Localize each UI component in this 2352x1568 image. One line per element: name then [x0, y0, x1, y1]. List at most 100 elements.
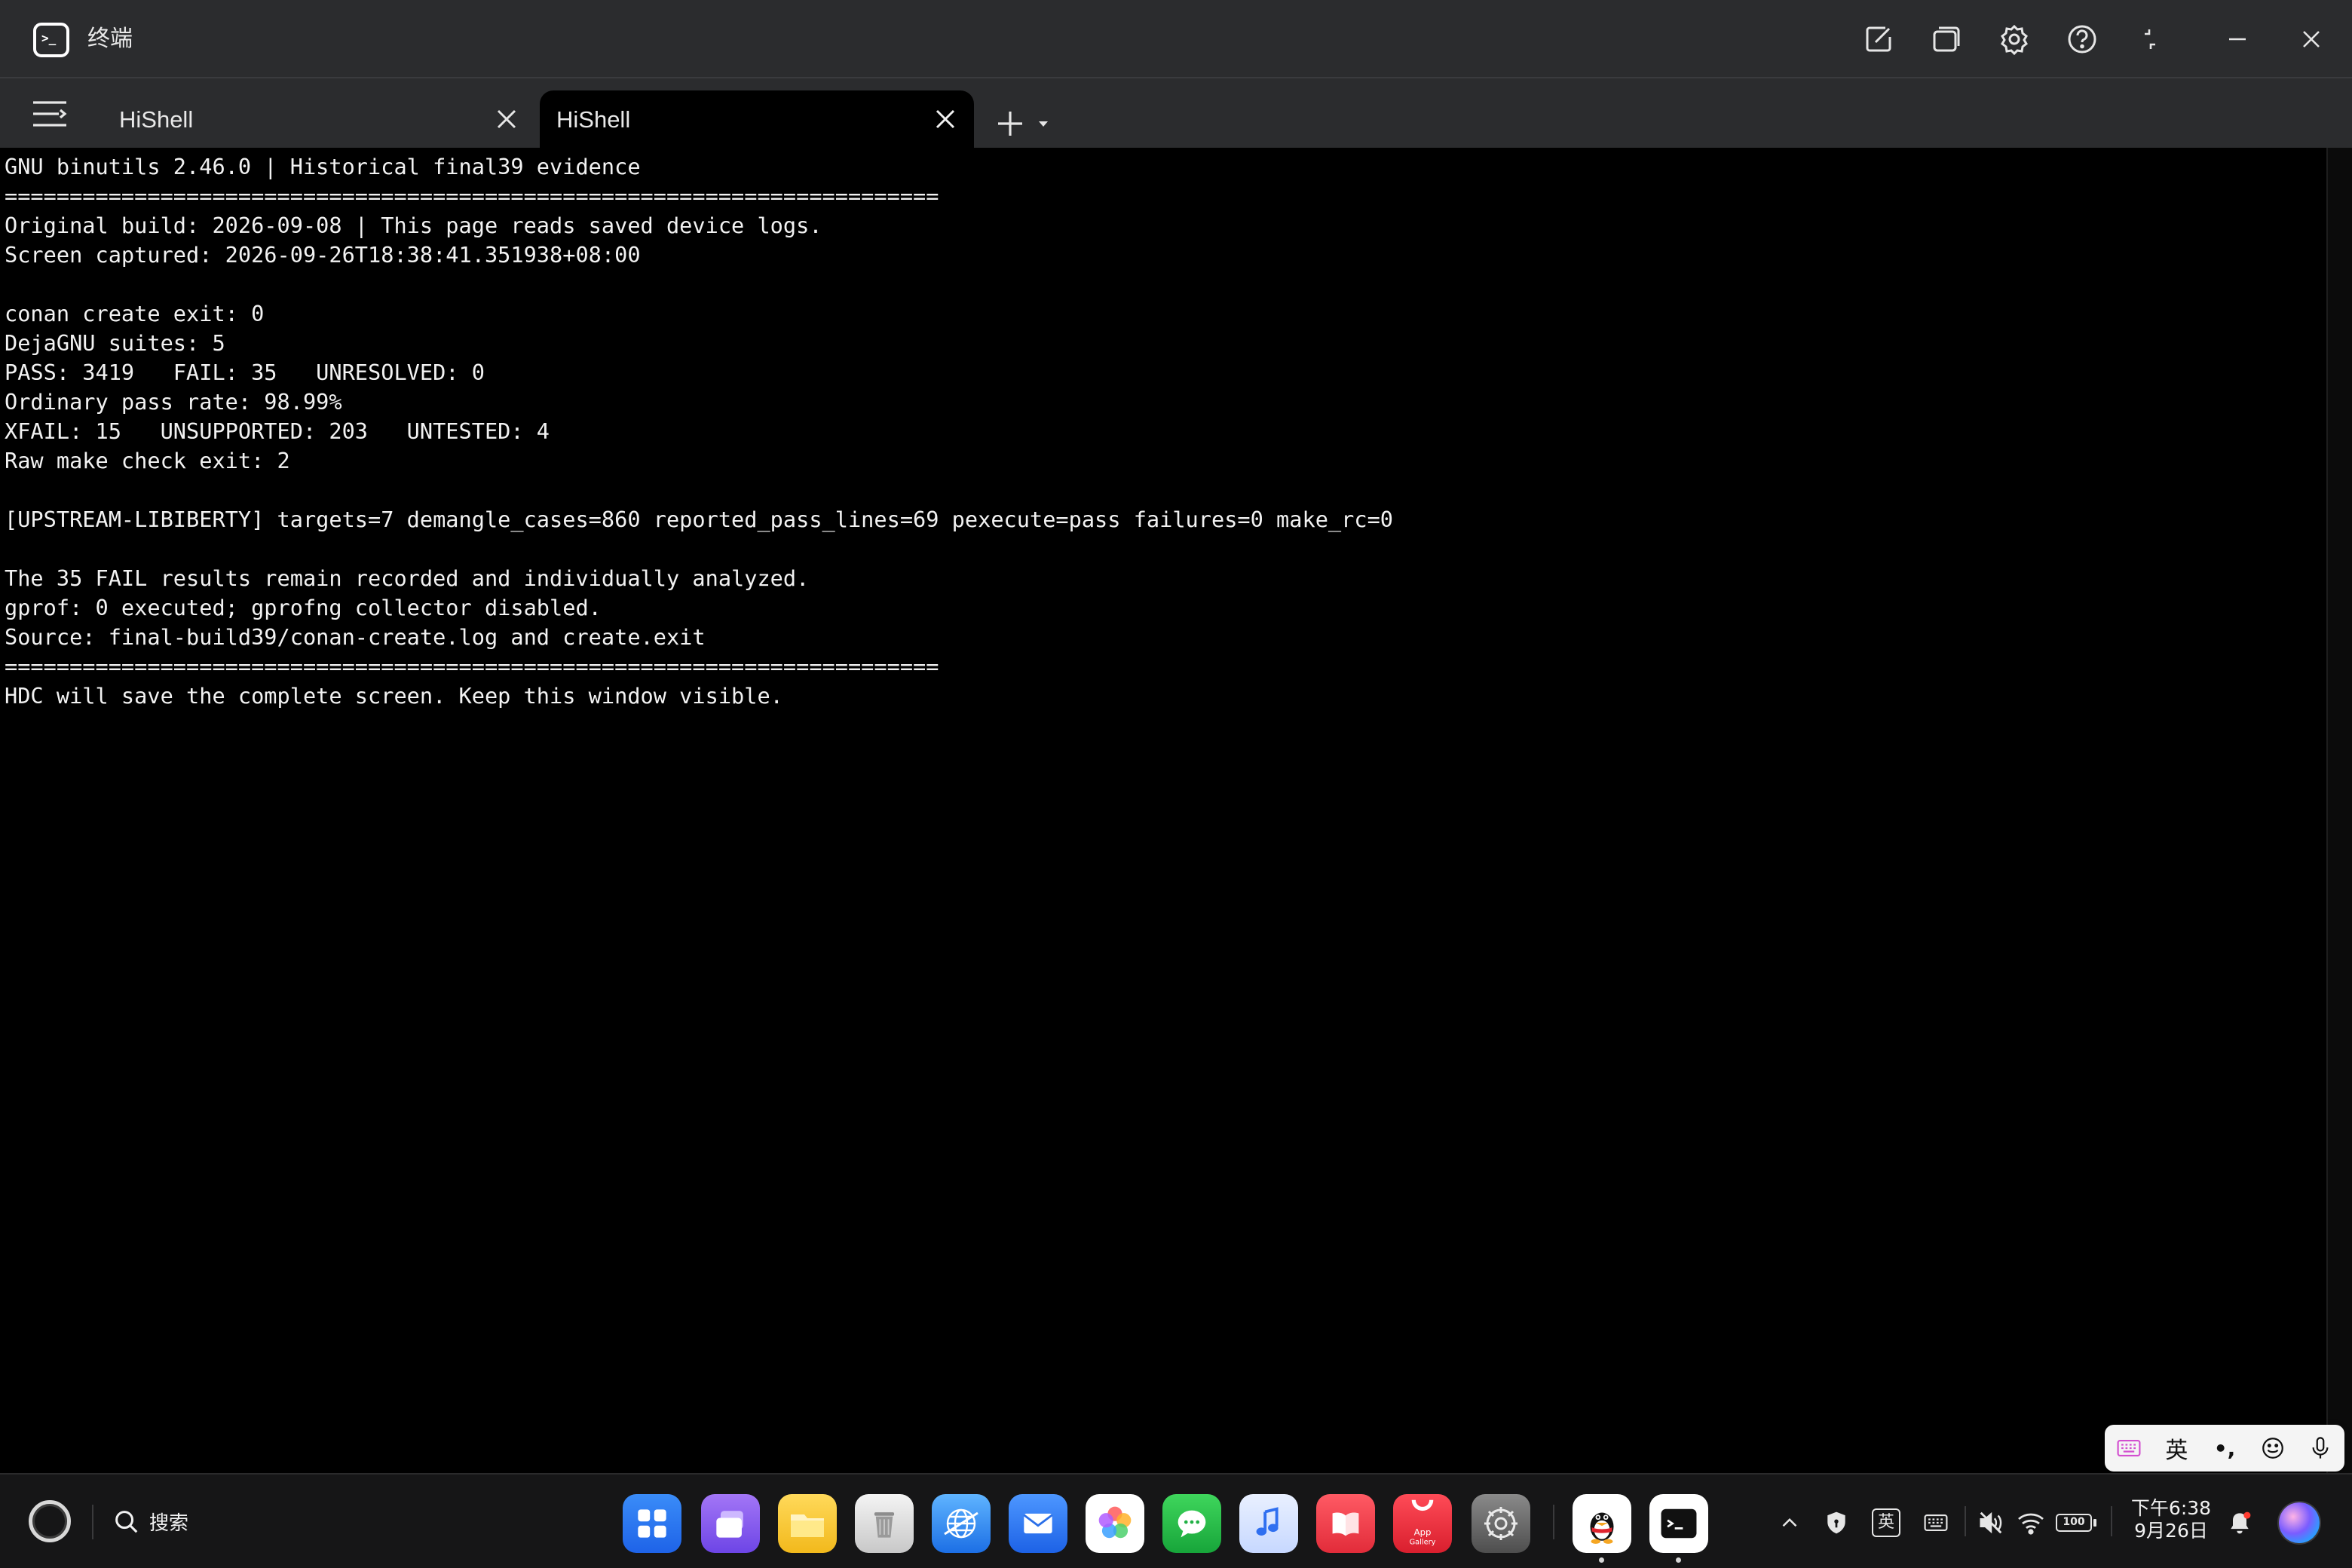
- start-button[interactable]: [29, 1500, 71, 1542]
- terminal-line: Original build: 2026-09-08 | This page r…: [5, 213, 822, 238]
- running-indicator: [1676, 1557, 1681, 1563]
- plus-icon: [998, 112, 1048, 136]
- assistant-orb-icon: [2279, 1502, 2320, 1543]
- tray-security[interactable]: [1820, 1502, 1853, 1544]
- dock-music[interactable]: [1239, 1494, 1298, 1553]
- close-window-button[interactable]: [2290, 18, 2332, 60]
- terminal-line: DejaGNU suites: 5: [5, 330, 225, 356]
- dock-settings[interactable]: [1472, 1494, 1530, 1553]
- book-icon: [1332, 1512, 1359, 1536]
- new-tab-button[interactable]: [992, 107, 1060, 140]
- tray-battery[interactable]: 100: [2052, 1502, 2100, 1544]
- help-button[interactable]: [2061, 18, 2103, 60]
- dock-trash[interactable]: [855, 1494, 914, 1553]
- tray-keyboard[interactable]: [1918, 1502, 1954, 1544]
- divider: [92, 1505, 93, 1539]
- close-icon[interactable]: [930, 104, 960, 134]
- divider: [2111, 1506, 2112, 1536]
- wifi-icon: [2018, 1513, 2044, 1535]
- terminal-line: Source: final-build39/conan-create.log a…: [5, 624, 706, 650]
- window-overlap-button[interactable]: [1925, 18, 1968, 60]
- battery-level: 100: [2063, 1516, 2085, 1528]
- microphone-icon: [2312, 1437, 2329, 1459]
- dock-mail[interactable]: [1009, 1494, 1067, 1553]
- dock-browser[interactable]: [932, 1494, 991, 1553]
- svg-text:Gallery: Gallery: [1410, 1538, 1436, 1546]
- terminal-glyph: >_: [41, 31, 57, 45]
- photos-flower-icon: [1098, 1506, 1132, 1539]
- tab-menu-button[interactable]: [30, 98, 69, 130]
- tray-volume[interactable]: [1972, 1502, 2010, 1544]
- dock-app-gallery[interactable]: App Gallery: [1393, 1494, 1452, 1553]
- emoji-icon: [2262, 1438, 2283, 1459]
- ime-lang-toggle[interactable]: 英: [2158, 1430, 2194, 1466]
- restore-button[interactable]: [2129, 18, 2171, 60]
- settings-button[interactable]: [1993, 18, 2035, 60]
- dock-books[interactable]: [1316, 1494, 1375, 1553]
- settings-gear-icon: [1484, 1507, 1517, 1540]
- terminal-line: ========================================…: [5, 183, 939, 209]
- dock-qq[interactable]: [1573, 1494, 1631, 1553]
- battery-icon: 100: [2056, 1514, 2092, 1532]
- clock[interactable]: 下午6:38 9月26日: [2126, 1497, 2216, 1542]
- dock-messages[interactable]: [1162, 1494, 1221, 1553]
- shield-icon: [1827, 1511, 1845, 1534]
- terminal-line: Ordinary pass rate: 98.99%: [5, 389, 342, 415]
- help-icon: [2068, 25, 2096, 54]
- close-icon: [2303, 31, 2320, 47]
- multitask-icon: [716, 1511, 743, 1538]
- tab-hishell-2-active[interactable]: HiShell: [540, 90, 974, 148]
- volume-muted-icon: [1980, 1511, 2002, 1534]
- close-icon[interactable]: [492, 104, 522, 134]
- notification-button[interactable]: [2221, 1502, 2259, 1544]
- terminal-scrollbar[interactable]: [2326, 148, 2352, 1473]
- folder-icon: [791, 1514, 824, 1537]
- restore-icon: [2145, 29, 2155, 49]
- terminal-line: HDC will save the complete screen. Keep …: [5, 683, 783, 709]
- terminal-line: PASS: 3419 FAIL: 35 UNRESOLVED: 0: [5, 360, 485, 385]
- tray-ime[interactable]: 英: [1868, 1502, 1904, 1544]
- search-icon: [115, 1511, 138, 1533]
- clock-date: 9月26日: [2134, 1520, 2208, 1542]
- dock-files[interactable]: [778, 1494, 837, 1553]
- tab-bar: HiShell HiShell: [0, 78, 2352, 148]
- ime-toolbar: 英 •,: [2105, 1425, 2344, 1472]
- minimize-icon: [2229, 38, 2246, 41]
- ime-keyboard-button[interactable]: [2111, 1430, 2147, 1466]
- ime-punctuation-toggle[interactable]: •,: [2207, 1430, 2243, 1466]
- settings-icon: [2001, 24, 2028, 55]
- taskbar: 搜索 App Gallery 英 100 下午6:38 9月26日: [0, 1473, 2352, 1568]
- keyboard-icon: [2117, 1440, 2141, 1456]
- terminal-line: Screen captured: 2026-09-26T18:38:41.351…: [5, 242, 641, 268]
- tray-wifi[interactable]: [2011, 1502, 2050, 1544]
- mail-icon: [1023, 1513, 1053, 1534]
- terminal-line: gprof: 0 executed; gprofng collector dis…: [5, 595, 602, 620]
- tab-hishell-1[interactable]: HiShell: [119, 90, 526, 148]
- ime-voice-button[interactable]: [2302, 1430, 2338, 1466]
- terminal-line: [UPSTREAM-LIBIBERTY] targets=7 demangle_…: [5, 507, 1393, 532]
- window-title: 终端: [87, 26, 133, 52]
- minimize-button[interactable]: [2216, 18, 2259, 60]
- edit-icon: [1866, 26, 1891, 52]
- tray-expand-button[interactable]: [1773, 1502, 1806, 1544]
- charging-icon: [2093, 1519, 2096, 1527]
- terminal-output: GNU binutils 2.46.0 | Historical final39…: [5, 152, 1393, 711]
- ime-emoji-button[interactable]: [2255, 1430, 2291, 1466]
- dock-app-launcher[interactable]: [623, 1494, 681, 1553]
- terminal-line: Raw make check exit: 2: [5, 448, 290, 473]
- dock-photos[interactable]: [1086, 1494, 1144, 1553]
- music-note-icon: [1256, 1507, 1279, 1536]
- search-button[interactable]: 搜索: [112, 1502, 188, 1541]
- edit-button[interactable]: [1857, 18, 1900, 60]
- globe-icon: [944, 1508, 978, 1539]
- dock-multitask[interactable]: [701, 1494, 760, 1553]
- terminal-line: XFAIL: 15 UNSUPPORTED: 203 UNTESTED: 4: [5, 418, 550, 444]
- dock-terminal[interactable]: [1649, 1494, 1708, 1553]
- divider: [1965, 1506, 1966, 1536]
- assistant-button[interactable]: [2277, 1502, 2322, 1544]
- trash-icon: [874, 1512, 895, 1538]
- svg-text:App: App: [1414, 1527, 1432, 1538]
- terminal-area[interactable]: GNU binutils 2.46.0 | Historical final39…: [0, 148, 2352, 1473]
- qq-penguin-icon: [1590, 1512, 1614, 1544]
